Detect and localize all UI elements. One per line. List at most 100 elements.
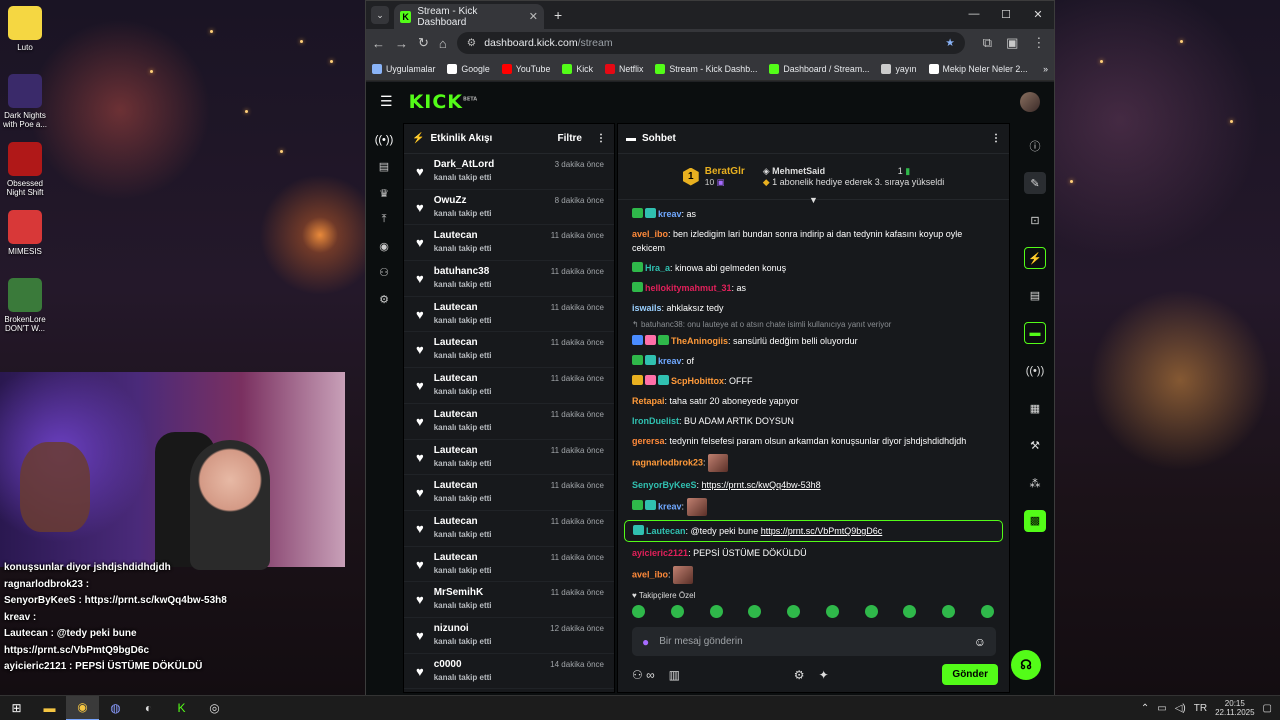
chat-message[interactable]: ayicieric2121: PEPSİ ÜSTÜME DÖKÜLDÜ (628, 543, 999, 563)
activity-item[interactable]: ♥ nizunoi kanalı takip etti 12 dakika önce (404, 618, 614, 654)
support-headset-button[interactable]: ☊ (1011, 650, 1041, 680)
bookmark-item[interactable]: Netflix (604, 63, 643, 74)
chat-message[interactable]: kreav: (628, 495, 999, 519)
chat-message[interactable]: Hra_a: kinowa abi gelmeden konuş (628, 258, 999, 278)
activity-item[interactable]: ♥ Lautecan kanalı takip etti 11 dakika önce (404, 225, 614, 262)
edit-icon[interactable]: ✎ (1020, 165, 1050, 203)
emote-icon[interactable] (709, 605, 723, 618)
chat-username[interactable]: IronDuelist (632, 416, 679, 426)
chrome-icon[interactable]: ◉ (66, 695, 99, 720)
wrench-icon[interactable]: ⚒ (1020, 427, 1050, 465)
chat-username[interactable]: ayicieric2121 (632, 548, 688, 558)
chat-message[interactable]: kreav: as (628, 204, 999, 224)
new-tab-button[interactable]: + (554, 7, 562, 23)
clapper-icon[interactable]: ▩ (1020, 502, 1050, 540)
chat-message[interactable]: Lautecan: @tedy peki bune https://prnt.s… (624, 520, 1003, 542)
document-icon[interactable]: ▤ (1020, 277, 1050, 315)
activity-item[interactable]: ♥ Lautecan kanalı takip etti 11 dakika önce (404, 368, 614, 404)
info-icon[interactable]: ⓘ (1020, 127, 1050, 165)
chat-username[interactable]: avel_ibo (632, 229, 668, 239)
tab-search-button[interactable]: ⌄ (371, 6, 389, 24)
analytics-icon[interactable]: ▤ (366, 154, 402, 181)
chat-username[interactable]: kreav (658, 501, 682, 511)
bookmark-item[interactable]: YouTube (501, 63, 550, 74)
menu-icon[interactable]: ⋮ (1032, 35, 1045, 51)
chat-username[interactable]: avel_ibo (632, 569, 668, 579)
chat-message[interactable]: gerersa: tedynin felsefesi param olsun a… (628, 431, 999, 451)
notification-icon[interactable]: ▢ (1263, 703, 1272, 714)
bookmark-item[interactable]: Dashboard / Stream... (769, 63, 869, 74)
chat-username[interactable]: SenyorByKeeS (632, 480, 697, 490)
emote-icon[interactable] (980, 605, 994, 618)
send-button[interactable]: Gönder (942, 664, 998, 685)
collapse-icon[interactable]: ▼ (809, 195, 818, 205)
activity-item[interactable]: ♥ Lautecan kanalı takip etti 11 dakika önce (404, 511, 614, 547)
desktop-shortcut[interactable]: Obsessed Night Shift (2, 142, 48, 197)
gamepad-icon[interactable]: ✦ (819, 668, 829, 682)
desktop-shortcut[interactable]: BrokenLore DON'T W... (2, 278, 48, 333)
chat-tool-icon[interactable]: ▬ (1020, 315, 1050, 353)
forward-icon[interactable]: → (395, 36, 408, 51)
chat-username[interactable]: gerersa (632, 436, 665, 446)
chat-username[interactable]: iswails (632, 303, 662, 313)
bookmark-star-icon[interactable]: ★ (945, 37, 954, 49)
more-options-icon[interactable]: ⋮ (596, 133, 606, 144)
activity-item[interactable]: ♥ batuhanc38 kanalı takip etti 11 dakika ön… (404, 261, 614, 297)
activity-item[interactable]: ♥ Lautecan kanalı takip etti 11 dakika önce (404, 404, 614, 440)
bookmark-item[interactable]: Stream - Kick Dashb... (655, 63, 757, 74)
capture-icon[interactable]: ⊡ (1020, 202, 1050, 240)
activity-item[interactable]: ♥ c0000 kanalı takip etti 14 dakika önce (404, 654, 614, 690)
chat-message[interactable]: hellokitymahmut_31: as (628, 278, 999, 298)
bookmark-item[interactable]: Mekip Neler Neler 2... (928, 63, 1028, 74)
address-bar[interactable]: ⚙ dashboard.kick.com/stream ★ (456, 32, 965, 54)
microphone-icon[interactable]: ● (642, 635, 649, 649)
chat-message[interactable]: ragnarlodbrok23: (628, 451, 999, 475)
maximize-button[interactable]: ☐ (990, 1, 1022, 27)
chat-link[interactable]: https://prnt.sc/VbPmtQ9bgD6c (761, 526, 883, 536)
chat-username[interactable]: TheAninogiis (671, 336, 728, 346)
tray-chevron-icon[interactable]: ⌃ (1141, 703, 1149, 714)
broadcast-icon[interactable]: ((•)) (1020, 352, 1050, 390)
minimize-button[interactable]: — (958, 1, 990, 27)
steam-icon[interactable]: ◐ (132, 696, 165, 720)
chat-message[interactable]: avel_ibo: (628, 563, 999, 587)
chat-username[interactable]: hellokitymahmut_31 (645, 283, 732, 293)
activity-item[interactable]: ♥ Lautecan kanalı takip etti 11 dakika önce (404, 332, 614, 369)
chat-message[interactable]: IronDuelist: BU ADAM ARTIK DOYSUN (628, 411, 999, 431)
activity-item[interactable]: ♥ Dark_AtLord kanalı takip etti 3 dakika ön… (404, 154, 614, 190)
clock[interactable]: 20:15 22.11.2025 (1215, 699, 1254, 717)
chat-message-input[interactable] (659, 636, 964, 647)
emote-icon[interactable] (942, 605, 956, 618)
activity-item[interactable]: ♥ Lautecan kanalı takip etti 11 dakika önce (404, 440, 614, 476)
emote-icon[interactable] (864, 605, 878, 618)
bookmark-item[interactable]: Kick (562, 63, 593, 74)
emote-icon[interactable] (670, 605, 684, 618)
language-icon[interactable]: TR (1194, 703, 1207, 714)
chat-message[interactable]: kreav: of (628, 351, 999, 371)
desktop-shortcut[interactable]: Luto (2, 6, 48, 52)
desktop-shortcut[interactable]: Dark Nights with Poe a... (2, 74, 48, 129)
desktop-shortcut[interactable]: MIMESIS (2, 210, 48, 256)
bookmark-item[interactable]: Google (447, 63, 490, 74)
chat-username[interactable]: kreav (658, 356, 682, 366)
chat-link[interactable]: https://prnt.sc/kwQq4bw-53h8 (702, 480, 821, 490)
tab-kick-dashboard[interactable]: K Stream - Kick Dashboard ✕ (394, 4, 544, 29)
layout-icon[interactable]: ▦ (1020, 390, 1050, 428)
activity-item[interactable]: ♥ MrSemihK kanalı takip etti 11 dakika önce (404, 582, 614, 618)
emoji-icon[interactable]: ☺ (974, 635, 986, 649)
chat-settings-icon[interactable]: ⚙ (794, 668, 805, 682)
kick-app-icon[interactable]: K (165, 696, 198, 720)
user-avatar[interactable] (1020, 91, 1040, 112)
users-infinity-icon[interactable]: ⚇ ∞ (632, 668, 655, 682)
start-button[interactable]: ⊞ (0, 696, 33, 720)
bookmark-item[interactable]: Uygulamalar (372, 63, 435, 74)
close-tab-icon[interactable]: ✕ (529, 10, 538, 23)
chat-message[interactable]: avel_ibo: ben izledigim lari bundan sonr… (628, 224, 999, 258)
volume-icon[interactable]: ◁) (1175, 703, 1186, 714)
network-icon[interactable]: ▭ (1157, 703, 1166, 714)
chat-username[interactable]: kreav (658, 209, 682, 219)
home-icon[interactable]: ⌂ (439, 36, 447, 51)
trophy-icon[interactable]: ♛ (366, 180, 402, 207)
reload-icon[interactable]: ↻ (418, 35, 429, 51)
chat-message[interactable]: Retapai: taha satır 20 aboneyede yapıyor (628, 391, 999, 411)
